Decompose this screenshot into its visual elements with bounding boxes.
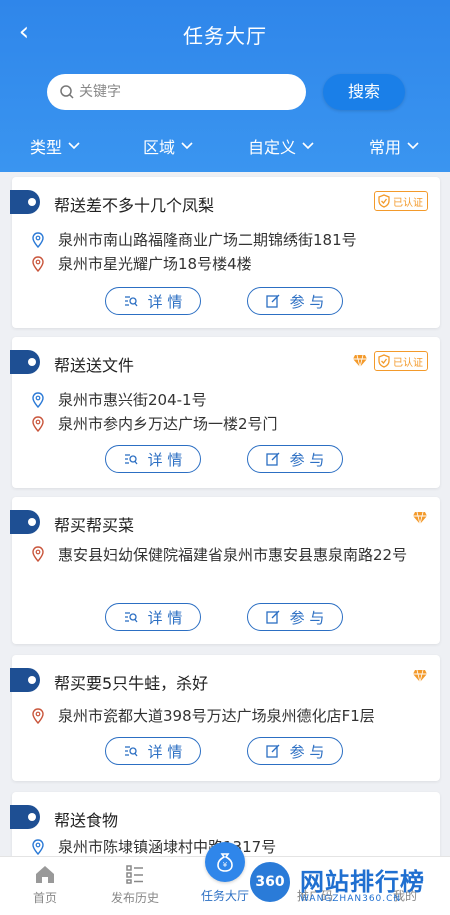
detail-button[interactable]: 详 情	[105, 603, 201, 631]
edit-icon	[265, 294, 280, 308]
filter-type[interactable]: 类型	[30, 134, 80, 158]
filter-region[interactable]: 区域	[143, 134, 193, 158]
pickup-address-text: 泉州市惠兴街204-1号	[58, 391, 207, 409]
chevron-down-icon	[407, 142, 419, 150]
filter-common-label: 常用	[369, 138, 402, 157]
svg-text:¥: ¥	[223, 861, 228, 869]
task-hall-fab[interactable]: ¥	[205, 842, 245, 882]
join-button[interactable]: 参 与	[247, 287, 343, 315]
delivery-address: 惠安县妇幼保健院福建省泉州市惠安县惠泉南路22号	[32, 543, 422, 567]
tab-history-label: 发布历史	[110, 891, 159, 905]
task-tag	[10, 510, 40, 534]
pickup-address: 泉州市惠兴街204-1号	[32, 389, 207, 410]
chevron-down-icon	[68, 142, 80, 150]
filter-common[interactable]: 常用	[369, 134, 419, 158]
filter-type-label: 类型	[30, 138, 63, 157]
filter-custom[interactable]: 自定义	[248, 134, 314, 158]
edit-icon	[265, 610, 280, 624]
diamond-icon	[413, 669, 427, 683]
chevron-down-icon	[181, 142, 193, 150]
delivery-address-text: 泉州市瓷都大道398号万达广场泉州德化店F1层	[58, 707, 375, 725]
search-list-icon	[124, 454, 138, 465]
page-title: 任务大厅	[183, 24, 267, 48]
list-icon	[126, 865, 143, 884]
location-pin-icon	[32, 416, 44, 432]
task-title: 帮送食物	[54, 811, 119, 830]
join-button[interactable]: 参 与	[247, 737, 343, 765]
delivery-address: 泉州市星光耀广场18号楼4楼	[32, 253, 252, 274]
verified-badge: 已认证	[374, 351, 428, 371]
watermark-logo: 360	[248, 860, 292, 904]
header: ‹ 任务大厅 搜索 类型 区域 自定义 常用	[0, 0, 450, 172]
join-button[interactable]: 参 与	[247, 445, 343, 473]
verified-badge: 已认证	[374, 191, 428, 211]
watermark: 360 网站排行榜 WANGZHAN360.CN	[248, 856, 448, 912]
detail-label: 详 情	[147, 450, 183, 469]
task-card[interactable]: 帮买帮买菜 惠安县妇幼保健院福建省泉州市惠安县惠泉南路22号 详 情 参 与	[10, 497, 440, 644]
delivery-address-text: 泉州市星光耀广场18号楼4楼	[58, 255, 252, 273]
edit-icon	[265, 452, 280, 466]
diamond-icon	[353, 354, 367, 368]
detail-button[interactable]: 详 情	[105, 737, 201, 765]
pickup-address-text: 泉州市南山路福隆商业广场二期锦绣街181号	[58, 231, 357, 249]
task-card[interactable]: 帮买要5只牛蛙，杀好 泉州市瓷都大道398号万达广场泉州德化店F1层 详 情 参…	[10, 655, 440, 781]
filter-region-label: 区域	[143, 138, 176, 157]
location-pin-icon	[32, 708, 44, 724]
search-button[interactable]: 搜索	[323, 74, 405, 110]
location-pin-icon	[32, 839, 44, 855]
search-icon	[60, 85, 74, 99]
home-icon	[36, 866, 54, 883]
watermark-subtitle: WANGZHAN360.CN	[300, 894, 402, 904]
tab-history[interactable]: 发布历史	[90, 863, 180, 906]
join-button[interactable]: 参 与	[247, 603, 343, 631]
verified-label: 已认证	[393, 197, 423, 209]
task-tag	[10, 668, 40, 692]
delivery-address: 泉州市参内乡万达广场一楼2号门	[32, 413, 278, 434]
search-list-icon	[124, 746, 138, 757]
tab-home-label: 首页	[32, 891, 57, 905]
delivery-address-text: 泉州市参内乡万达广场一楼2号门	[58, 415, 278, 433]
chevron-down-icon	[302, 142, 314, 150]
delivery-address: 泉州市瓷都大道398号万达广场泉州德化店F1层	[32, 705, 375, 726]
location-pin-icon	[32, 392, 44, 408]
detail-label: 详 情	[147, 742, 183, 761]
verified-label: 已认证	[393, 357, 423, 369]
delivery-address-text: 惠安县妇幼保健院福建省泉州市惠安县惠泉南路22号	[58, 546, 408, 564]
filter-custom-label: 自定义	[248, 138, 297, 157]
task-card[interactable]: 帮送差不多十几个凤梨 已认证 泉州市南山路福隆商业广场二期锦绣街181号 泉州市…	[10, 177, 440, 328]
search-list-icon	[124, 612, 138, 623]
tab-task-hall-label: 任务大厅	[200, 889, 249, 903]
detail-button[interactable]: 详 情	[105, 287, 201, 315]
join-label: 参 与	[289, 608, 325, 627]
task-title: 帮买要5只牛蛙，杀好	[54, 674, 209, 693]
pickup-address: 泉州市南山路福隆商业广场二期锦绣街181号	[32, 229, 357, 250]
edit-icon	[265, 744, 280, 758]
location-pin-icon	[32, 232, 44, 248]
diamond-icon	[413, 511, 427, 525]
task-tag	[10, 805, 40, 829]
search-list-icon	[124, 296, 138, 307]
detail-button[interactable]: 详 情	[105, 445, 201, 473]
task-card[interactable]: 帮送送文件 已认证 泉州市惠兴街204-1号 泉州市参内乡万达广场一楼2号门 详…	[10, 337, 440, 488]
tab-home[interactable]: 首页	[0, 863, 90, 906]
task-tag	[10, 350, 40, 374]
shield-check-icon	[378, 194, 390, 208]
detail-label: 详 情	[147, 608, 183, 627]
join-label: 参 与	[289, 742, 325, 761]
task-tag	[10, 190, 40, 214]
money-bag-icon: ¥	[217, 853, 233, 872]
search-input[interactable]	[79, 74, 294, 110]
task-title: 帮送差不多十几个凤梨	[54, 196, 215, 215]
task-title: 帮买帮买菜	[54, 516, 135, 535]
join-label: 参 与	[289, 292, 325, 311]
location-pin-icon	[32, 256, 44, 272]
search-bar[interactable]	[47, 74, 306, 110]
shield-check-icon	[378, 354, 390, 368]
join-label: 参 与	[289, 450, 325, 469]
watermark-title: 网站排行榜	[300, 868, 425, 896]
task-title: 帮送送文件	[54, 356, 135, 375]
location-pin-icon	[32, 546, 44, 562]
detail-label: 详 情	[147, 292, 183, 311]
